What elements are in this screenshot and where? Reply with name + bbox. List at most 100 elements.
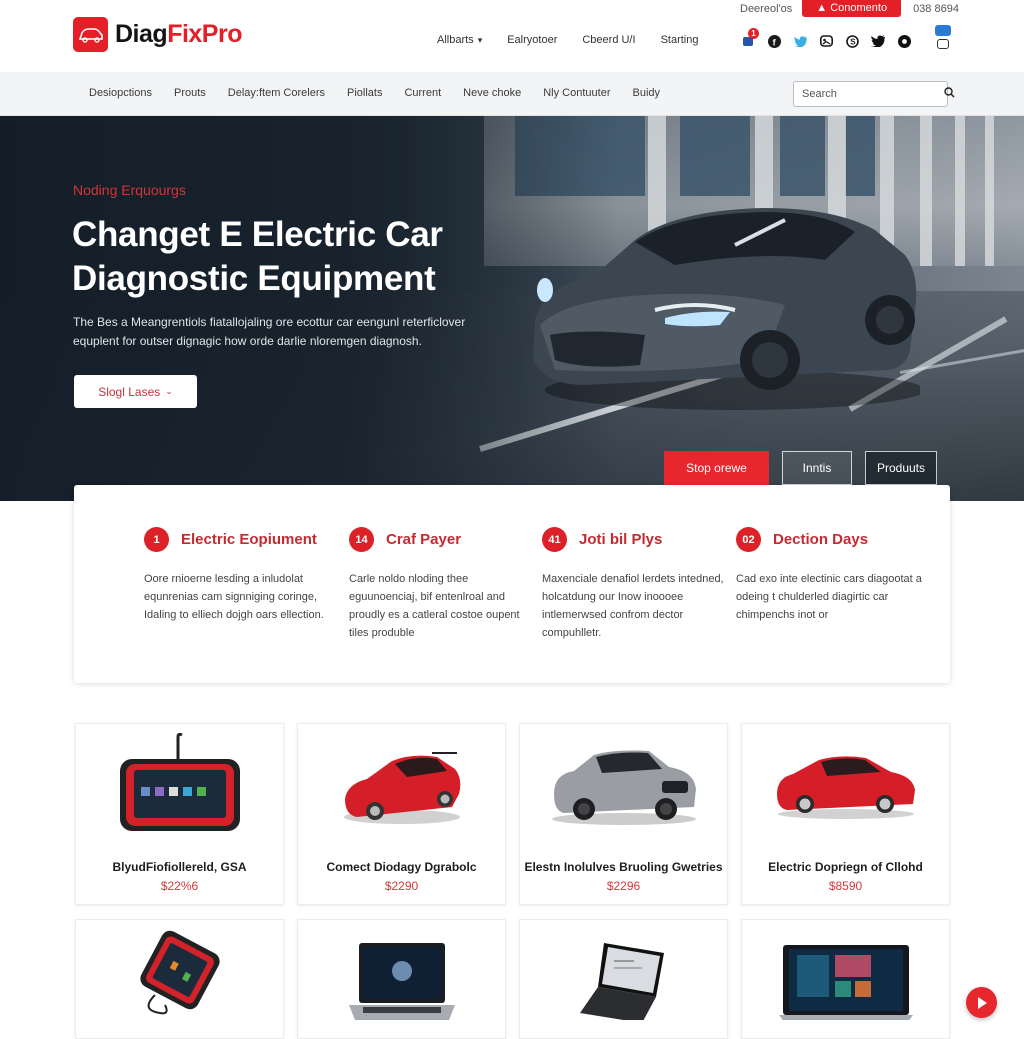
feature-number-badge: 1 (144, 527, 169, 552)
feature-item: 02 Dection Days Cad exo inte electinic ca… (736, 527, 926, 624)
search-input[interactable] (802, 88, 944, 100)
brand-name-part2: FixPro (167, 20, 242, 48)
hero-pillar (985, 116, 994, 266)
top-header: DiagFixPro Allbarts ▾ Ealryotoer Cbeerd U… (0, 0, 1024, 72)
product-price: $8590 (828, 879, 863, 893)
hero-pillar (955, 116, 965, 266)
diagnostic-tablet-image (76, 724, 283, 844)
feature-body: Cad exo inte electinic cars diagootat a … (736, 573, 922, 621)
products-button[interactable]: Produuts (865, 451, 937, 485)
skype-icon[interactable]: S (845, 34, 859, 48)
product-card[interactable] (519, 919, 728, 1039)
logo[interactable]: DiagFixPro (73, 17, 242, 52)
feature-body: Maxenciale denafiol lerdets intedned, ho… (542, 573, 724, 639)
product-price: $2296 (606, 879, 641, 893)
product-card[interactable]: Electric Dopriegn of Cllohd $8590 (741, 723, 950, 905)
chevron-down-icon: ▾ (477, 34, 483, 45)
subnav-item[interactable]: Desiopctions (89, 87, 152, 99)
twitter-icon[interactable] (793, 34, 807, 48)
notification-badge: 1 (748, 28, 759, 39)
main-nav-item-ealryotoer[interactable]: Ealryotoer (507, 34, 557, 46)
feature-body: Carle noldo nloding thee eguunoenciaj, b… (349, 573, 520, 639)
product-card[interactable] (75, 919, 284, 1039)
hero-title-line2: Diagnostic Equipment (72, 259, 436, 298)
inntis-button[interactable]: Inntis (782, 451, 852, 485)
hero-window (845, 116, 875, 196)
svg-text:S: S (850, 37, 856, 46)
product-name[interactable]: Electric Dopriegn of Cllohd (742, 860, 949, 874)
feature-header: 02 Dection Days (736, 527, 926, 552)
utility-link[interactable]: Deereol'os (740, 3, 792, 15)
chevron-down-icon: ⌄ (165, 386, 173, 396)
feature-number-badge: 41 (542, 527, 567, 552)
facebook-icon[interactable]: f (767, 34, 781, 48)
feature-header: 14 Craf Payer (349, 527, 539, 552)
subnav-item[interactable]: Current (404, 87, 441, 99)
gallery-icon[interactable] (819, 34, 833, 48)
feature-body: Oore rnioerne lesding a inludolat equnre… (144, 573, 324, 621)
product-name[interactable]: Elestn Inolulves Bruoling Gwetries (520, 860, 727, 874)
hero-kicker: Noding Erquourgs (73, 182, 186, 198)
main-nav-item-cbeerd[interactable]: Cbeerd U/I (582, 34, 635, 46)
subnav-item[interactable]: Prouts (174, 87, 206, 99)
subnav-item[interactable]: Piollats (347, 87, 382, 99)
features-panel: 1 Electric Eopiument Oore rnioerne lesdin… (74, 485, 950, 683)
secondary-nav: Desiopctions Prouts Delay:ftem Corelers … (0, 72, 1024, 116)
social-icons: 1 f S (741, 28, 923, 48)
product-name[interactable]: BlyudFiofiollereld, GSA (76, 860, 283, 874)
hero-banner: Noding Erquourgs Changet E Electric Car … (0, 116, 1024, 501)
stop-preview-button[interactable]: Stop orewe (664, 451, 769, 485)
car-logo-icon (73, 17, 108, 52)
feature-header: 1 Electric Eopiument (144, 527, 334, 552)
laptop-dark-image (298, 920, 505, 1025)
phone-number: 038 8694 (913, 2, 959, 15)
feature-title[interactable]: Dection Days (773, 531, 868, 548)
product-card[interactable] (741, 919, 950, 1039)
product-card[interactable]: Elestn Inolulves Bruoling Gwetries $2296 (519, 723, 728, 905)
main-nav-item-starting[interactable]: Starting (661, 34, 699, 46)
subnav-item[interactable]: Nly Contuuter (543, 87, 610, 99)
laptop-open-image (520, 920, 727, 1025)
play-icon (977, 996, 987, 1009)
product-card[interactable]: Comect Diodagy Dgrabolc $2290 (297, 723, 506, 905)
record-icon[interactable] (897, 34, 911, 48)
hero-title-line1: Changet E Electric Car (72, 215, 443, 254)
feature-item: 14 Craf Payer Carle noldo nloding thee eg… (349, 527, 539, 642)
camera-icon[interactable] (937, 39, 949, 49)
product-card[interactable]: BlyudFiofiollereld, GSA $22%6 (75, 723, 284, 905)
utility-cta-button[interactable]: ▲ Conomento (802, 0, 902, 17)
utility-bar: Deereol'os ▲ Conomento 038 8694 (740, 0, 959, 17)
hero-action-buttons: Stop orewe Inntis Produuts (664, 451, 950, 485)
product-card[interactable] (297, 919, 506, 1039)
product-name[interactable]: Comect Diodagy Dgrabolc (298, 860, 505, 874)
feature-item: 41 Joti bil Plys Maxenciale denafiol lerd… (542, 527, 732, 642)
subnav-item[interactable]: Delay:ftem Corelers (228, 87, 325, 99)
secondary-nav-links: Desiopctions Prouts Delay:ftem Corelers … (89, 87, 682, 99)
brand-name-part1: Diag (115, 20, 168, 48)
silver-suv-image (520, 724, 727, 844)
red-sedan-image (742, 724, 949, 844)
twitter-bird-icon[interactable] (871, 34, 885, 48)
nav-label: Starting (660, 34, 699, 46)
hero-dropdown-button[interactable]: Slogl Lases ⌄ (74, 375, 197, 408)
subnav-item[interactable]: Buidy (633, 87, 661, 99)
play-button[interactable] (966, 987, 997, 1018)
main-nav-item-allbarts[interactable]: Allbarts ▾ (437, 34, 482, 46)
feature-title[interactable]: Craf Payer (386, 531, 461, 548)
hero-description: The Bes a Meangrentiols fiatallojaling o… (73, 315, 466, 348)
electric-car-image (533, 208, 920, 410)
message-icon[interactable] (935, 25, 951, 36)
product-price: $22%6 (160, 879, 199, 893)
subnav-item[interactable]: Neve choke (463, 87, 521, 99)
main-nav: Allbarts ▾ Ealryotoer Cbeerd U/I Starting (437, 34, 723, 46)
account-widget[interactable] (935, 25, 951, 49)
search-box (793, 81, 955, 107)
hero-dropdown-label: Slogl Lases (98, 384, 161, 399)
hero-window (680, 116, 750, 196)
feature-number-badge: 14 (349, 527, 374, 552)
hero-pillar (920, 116, 932, 266)
search-icon[interactable] (944, 85, 955, 103)
feature-title[interactable]: Electric Eopiument (181, 531, 317, 548)
notification-icon[interactable]: 1 (741, 28, 759, 48)
feature-title[interactable]: Joti bil Plys (579, 531, 662, 548)
